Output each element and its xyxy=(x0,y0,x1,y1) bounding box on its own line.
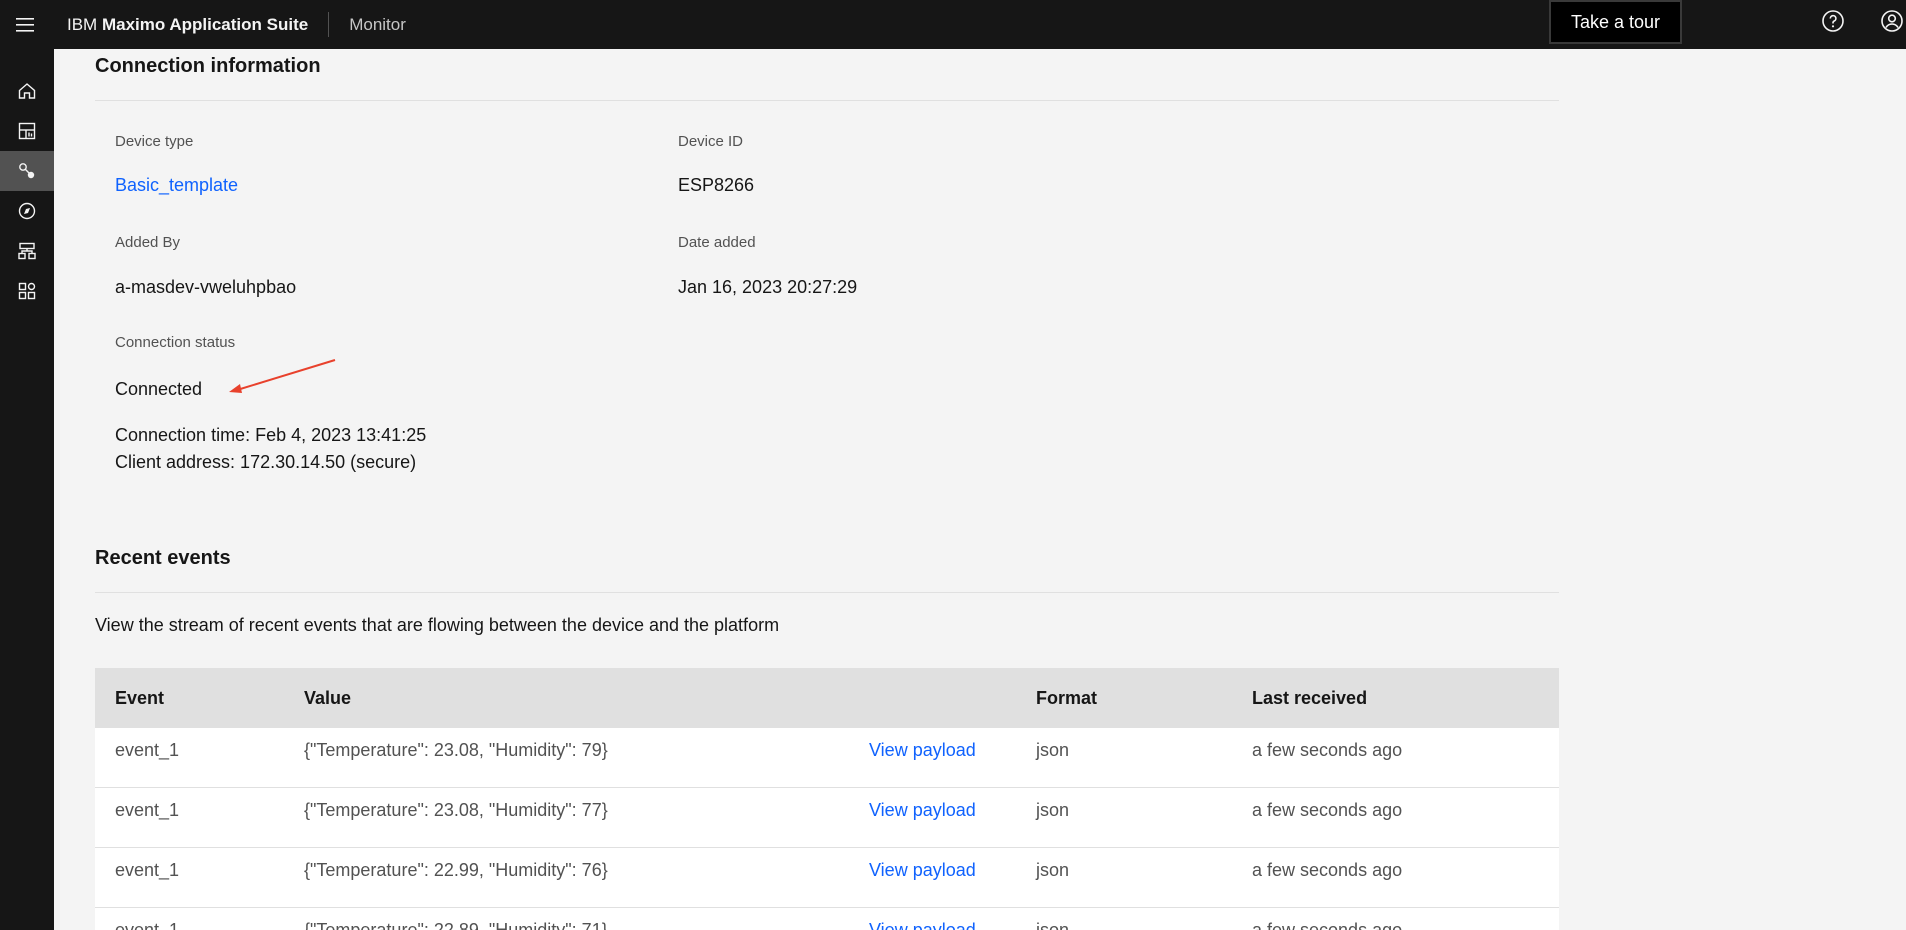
value-cell: {"Temperature": 23.08, "Humidity": 79} xyxy=(304,740,608,760)
column-header-value: Value xyxy=(304,688,352,708)
apps-icon[interactable] xyxy=(0,271,54,311)
column-header-format: Format xyxy=(1036,688,1098,708)
table-row: event_1 {"Temperature": 23.08, "Humidity… xyxy=(95,728,1559,788)
format-cell: json xyxy=(1036,860,1070,880)
view-payload-link[interactable]: View payload xyxy=(869,848,976,892)
hierarchy-icon[interactable] xyxy=(0,231,54,271)
connection-information-title: Connection information xyxy=(95,55,321,77)
main-content: Connection information Device type Basic… xyxy=(54,49,1906,930)
value-cell: {"Temperature": 22.99, "Humidity": 76} xyxy=(304,860,608,880)
value-cell: {"Temperature": 22.89, "Humidity": 71} xyxy=(304,920,608,930)
brand-product: Maximo Application Suite xyxy=(101,14,309,34)
device-type-link[interactable]: Basic_template xyxy=(115,175,238,196)
app-name: Monitor xyxy=(349,14,406,34)
devices-icon[interactable] xyxy=(0,151,54,191)
recent-events-title: Recent events xyxy=(95,547,231,569)
event-cell: event_1 xyxy=(115,920,180,930)
view-payload-link[interactable]: View payload xyxy=(869,788,976,832)
compass-icon[interactable] xyxy=(0,191,54,231)
device-type-label: Device type xyxy=(115,133,194,150)
section-divider xyxy=(95,592,1559,593)
last-received-cell: a few seconds ago xyxy=(1252,740,1403,760)
dashboard-icon[interactable] xyxy=(0,111,54,151)
column-header-event: Event xyxy=(115,688,165,708)
connection-time: Connection time: Feb 4, 2023 13:41:25 xyxy=(115,425,427,445)
event-cell: event_1 xyxy=(115,740,180,760)
column-header-last-received: Last received xyxy=(1252,688,1368,708)
event-cell: event_1 xyxy=(115,860,180,880)
table-row: event_1 {"Temperature": 22.99, "Humidity… xyxy=(95,848,1559,908)
left-navigation-rail xyxy=(0,49,54,930)
client-address: Client address: 172.30.14.50 (secure) xyxy=(115,452,417,472)
recent-events-description: View the stream of recent events that ar… xyxy=(95,615,780,635)
added-by-value: a-masdev-vweluhpbao xyxy=(115,277,297,297)
hamburger-menu-icon[interactable] xyxy=(0,0,49,49)
value-cell: {"Temperature": 23.08, "Humidity": 77} xyxy=(304,800,608,820)
home-icon[interactable] xyxy=(0,71,54,111)
brand-prefix: IBM xyxy=(67,14,98,34)
table-row: event_1 {"Temperature": 22.89, "Humidity… xyxy=(95,908,1559,930)
added-by-label: Added By xyxy=(115,234,181,251)
take-a-tour-button[interactable]: Take a tour xyxy=(1549,0,1682,44)
event-cell: event_1 xyxy=(115,800,180,820)
view-payload-link[interactable]: View payload xyxy=(869,908,976,930)
format-cell: json xyxy=(1036,920,1070,930)
help-icon[interactable] xyxy=(1818,6,1848,36)
table-header: Event Value Format Last received xyxy=(95,668,1559,728)
date-added-value: Jan 16, 2023 20:27:29 xyxy=(678,277,858,297)
last-received-cell: a few seconds ago xyxy=(1252,920,1403,930)
recent-events-table: Event Value Format Last received event_1… xyxy=(95,668,1559,930)
device-id-label: Device ID xyxy=(678,133,744,150)
last-received-cell: a few seconds ago xyxy=(1252,860,1403,880)
device-id-value: ESP8266 xyxy=(678,175,755,195)
user-icon[interactable] xyxy=(1877,6,1906,36)
date-added-label: Date added xyxy=(678,234,756,251)
table-row: event_1 {"Temperature": 23.08, "Humidity… xyxy=(95,788,1559,848)
connection-status-value: Connected xyxy=(115,379,203,399)
section-divider xyxy=(95,100,1559,101)
format-cell: json xyxy=(1036,740,1070,760)
format-cell: json xyxy=(1036,800,1070,820)
view-payload-link[interactable]: View payload xyxy=(869,728,976,772)
brand-name[interactable]: IBM Maximo Application Suite xyxy=(49,15,328,35)
last-received-cell: a few seconds ago xyxy=(1252,800,1403,820)
top-header: IBM Maximo Application Suite Monitor Tak… xyxy=(0,0,1906,49)
connection-status-label: Connection status xyxy=(115,334,236,351)
